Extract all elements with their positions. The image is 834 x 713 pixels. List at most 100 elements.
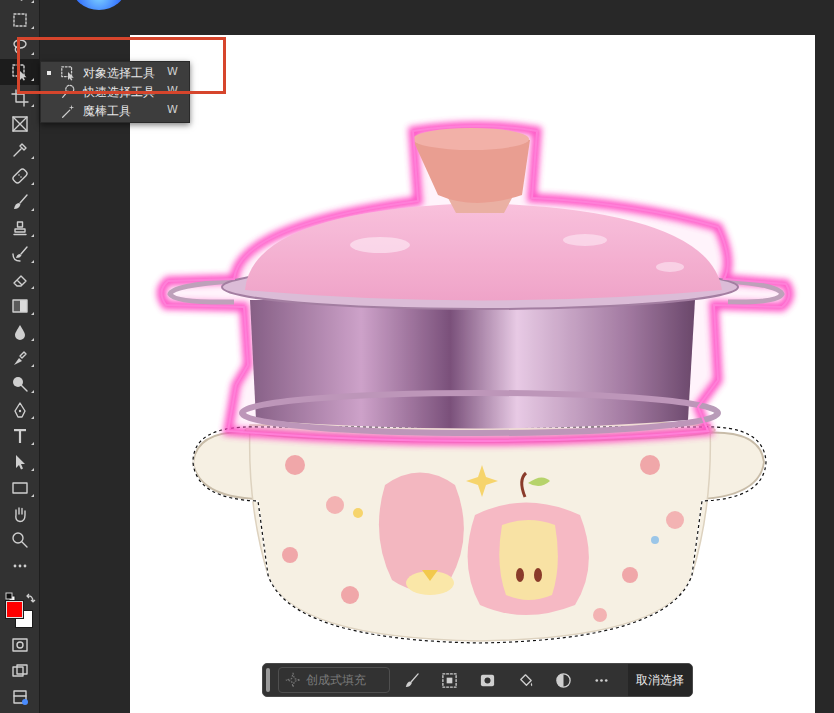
flyout-item-label: 魔棒工具 bbox=[79, 102, 167, 120]
flyout-item[interactable]: 魔棒工具W bbox=[41, 101, 189, 120]
default-colors-icon[interactable] bbox=[5, 585, 16, 596]
smudge-icon bbox=[11, 349, 29, 367]
crop-icon bbox=[11, 89, 29, 107]
screen-icon bbox=[11, 662, 29, 680]
submenu-marker bbox=[31, 104, 34, 107]
eyedropper-icon bbox=[11, 141, 29, 159]
flyout-item-label: 对象选择工具 bbox=[79, 64, 167, 82]
hand-tool[interactable] bbox=[0, 501, 40, 527]
generative-fill-button[interactable]: 创成式填充 bbox=[278, 667, 390, 693]
submenu-marker bbox=[31, 0, 34, 3]
dots-icon bbox=[11, 557, 29, 575]
mask-icon bbox=[479, 672, 496, 689]
tool-flyout-menu: 对象选择工具W快速选择工具W魔棒工具W bbox=[40, 61, 190, 123]
object-select-icon bbox=[11, 63, 29, 81]
history-brush-icon bbox=[11, 245, 29, 263]
lasso-tool[interactable] bbox=[0, 33, 40, 59]
dots-icon bbox=[593, 672, 610, 689]
product-photo bbox=[130, 35, 815, 713]
drag-handle[interactable] bbox=[266, 668, 270, 692]
marquee-icon bbox=[11, 11, 29, 29]
adjustment-button[interactable] bbox=[544, 663, 582, 697]
submenu-marker bbox=[31, 364, 34, 367]
highlight-box bbox=[17, 37, 226, 94]
submenu-marker bbox=[31, 156, 34, 159]
submenu-marker bbox=[31, 78, 34, 81]
fill-button[interactable] bbox=[506, 663, 544, 697]
color-swatches bbox=[0, 579, 40, 632]
contextual-taskbar: 创成式填充 取消选择 bbox=[262, 663, 693, 697]
move-tool[interactable] bbox=[0, 0, 40, 7]
modify-selection-button[interactable] bbox=[392, 663, 430, 697]
brush-tool[interactable] bbox=[0, 189, 40, 215]
more-tools[interactable] bbox=[0, 553, 40, 579]
submenu-marker bbox=[31, 312, 34, 315]
deselect-button[interactable]: 取消选择 bbox=[628, 663, 692, 697]
mask-button[interactable] bbox=[468, 663, 506, 697]
bandage-icon bbox=[11, 167, 29, 185]
magnifier-icon bbox=[11, 531, 29, 549]
crop-tool[interactable] bbox=[0, 85, 40, 111]
flyout-item-label: 快速选择工具 bbox=[79, 83, 167, 101]
arrow-icon bbox=[11, 453, 29, 471]
frame-icon bbox=[11, 115, 29, 133]
history-brush-tool[interactable] bbox=[0, 241, 40, 267]
eraser-icon bbox=[11, 271, 29, 289]
rectangle-tool[interactable] bbox=[0, 475, 40, 501]
selection-icon bbox=[441, 672, 458, 689]
swap-colors-icon[interactable] bbox=[26, 585, 36, 595]
app-logo-icon[interactable] bbox=[72, 0, 126, 10]
type-tool[interactable] bbox=[0, 423, 40, 449]
stamp-icon bbox=[11, 219, 29, 237]
dodge-icon bbox=[11, 375, 29, 393]
dodge-tool[interactable] bbox=[0, 371, 40, 397]
shortcut-key: W bbox=[167, 64, 189, 81]
frame-tool[interactable] bbox=[0, 111, 40, 137]
pen-tool[interactable] bbox=[0, 397, 40, 423]
document-canvas[interactable] bbox=[130, 35, 815, 713]
eraser-tool[interactable] bbox=[0, 267, 40, 293]
eyedropper-tool[interactable] bbox=[0, 137, 40, 163]
foreground-color-swatch[interactable] bbox=[6, 601, 23, 618]
quick-select-icon bbox=[57, 84, 79, 100]
clone-stamp-tool[interactable] bbox=[0, 215, 40, 241]
tool-list bbox=[0, 0, 39, 710]
bucket-icon bbox=[517, 672, 534, 689]
move-icon bbox=[11, 0, 29, 3]
screen-mode-button[interactable] bbox=[0, 658, 40, 684]
flyout-item[interactable]: 对象选择工具W bbox=[41, 63, 189, 82]
object-selection-tool[interactable] bbox=[0, 59, 40, 85]
quick-mask-button[interactable] bbox=[0, 632, 40, 658]
submenu-marker bbox=[31, 26, 34, 29]
pen-icon bbox=[11, 401, 29, 419]
shortcut-key: W bbox=[167, 102, 189, 119]
gradient-tool[interactable] bbox=[0, 293, 40, 319]
more-options-button[interactable] bbox=[582, 663, 620, 697]
submenu-marker bbox=[31, 286, 34, 289]
type-icon bbox=[11, 427, 29, 445]
quickmask-icon bbox=[11, 636, 29, 654]
submenu-marker bbox=[31, 208, 34, 211]
submenu-marker bbox=[31, 338, 34, 341]
zoom-tool[interactable] bbox=[0, 527, 40, 553]
path-selection-tool[interactable] bbox=[0, 449, 40, 475]
submenu-marker bbox=[31, 416, 34, 419]
brush-icon bbox=[11, 193, 29, 211]
submenu-marker bbox=[31, 494, 34, 497]
select-subject-button[interactable] bbox=[430, 663, 468, 697]
flyout-item[interactable]: 快速选择工具W bbox=[41, 82, 189, 101]
selected-dot bbox=[41, 71, 57, 75]
brush-icon bbox=[403, 672, 420, 689]
submenu-marker bbox=[31, 260, 34, 263]
submenu-marker bbox=[31, 442, 34, 445]
marquee-tool[interactable] bbox=[0, 7, 40, 33]
sparkle-icon bbox=[285, 672, 301, 688]
healing-brush-tool[interactable] bbox=[0, 163, 40, 189]
submenu-marker bbox=[31, 52, 34, 55]
magic-wand-icon bbox=[57, 103, 79, 119]
smudge-tool[interactable] bbox=[0, 345, 40, 371]
extra-tool-button[interactable] bbox=[0, 684, 40, 710]
blur-tool[interactable] bbox=[0, 319, 40, 345]
submenu-marker bbox=[31, 182, 34, 185]
rectangle-icon bbox=[11, 479, 29, 497]
